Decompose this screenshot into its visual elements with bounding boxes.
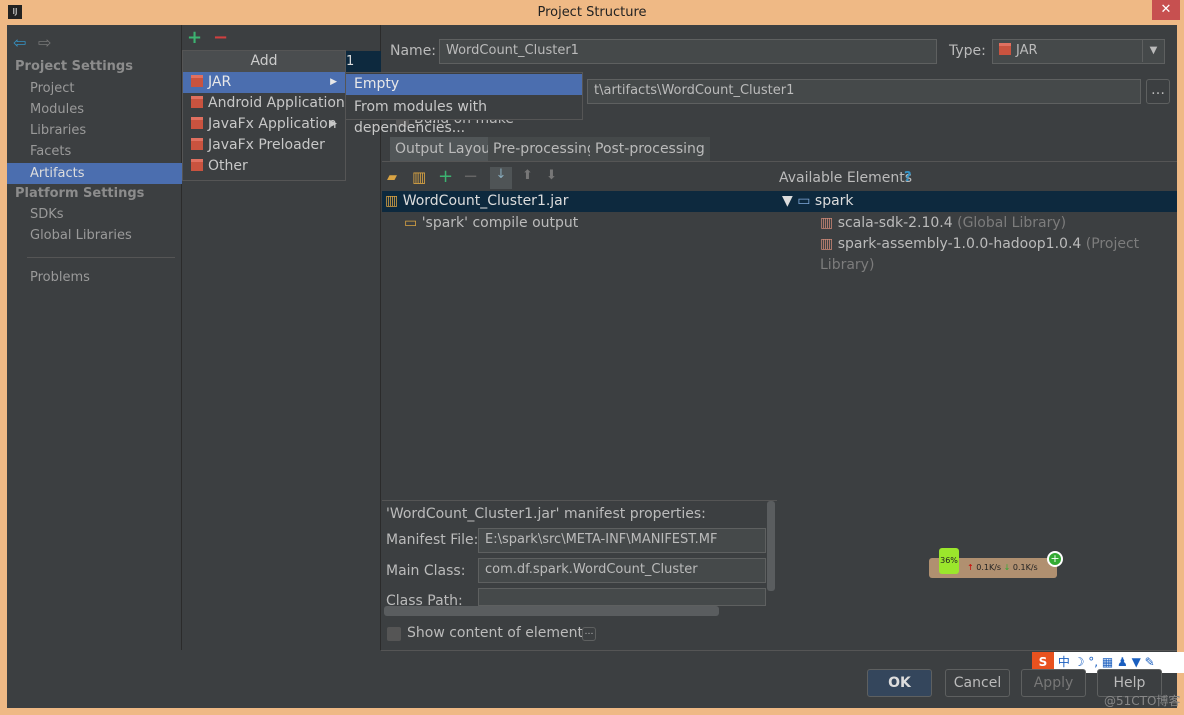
create-directory-icon[interactable]: ▰ (387, 170, 397, 185)
jar-archive-icon: ▥ (385, 193, 403, 209)
move-down-icon[interactable]: ⬇ (546, 168, 557, 183)
title-bar: Project Structure (0, 0, 1184, 25)
add-menu-title: Add (183, 51, 345, 72)
main-class-input[interactable]: com.df.spark.WordCount_Cluster (478, 558, 766, 583)
chevron-down-icon: ▼ (1142, 40, 1164, 62)
library-icon: ▥ (820, 215, 838, 231)
available-library[interactable]: ▥ scala-sdk-2.10.4 (Global Library) (820, 213, 1066, 234)
submenu-arrow-icon: ▶ (330, 119, 337, 129)
sidebar-item-artifacts[interactable]: Artifacts (7, 163, 182, 184)
available-library[interactable]: ▥ spark-assembly-1.0.0-hadoop1.0.4 (Proj… (820, 234, 1177, 273)
show-content-label: Show content of elements (407, 625, 591, 641)
manifest-title: 'WordCount_Cluster1.jar' manifest proper… (386, 506, 706, 522)
menu-item-from-modules[interactable]: From modules with dependencies... (346, 97, 582, 136)
add-menu: Add JAR ▶ Android Application JavaFx Appl… (182, 50, 346, 181)
output-directory-input[interactable]: t\artifacts\WordCount_Cluster1 (587, 79, 1141, 104)
tab-pre-processing[interactable]: Pre-processing (488, 137, 601, 161)
menu-item-javafx-application[interactable]: JavaFx Application ▶ (183, 114, 345, 135)
available-elements-title: Available Elements (779, 170, 913, 186)
menu-item-other[interactable]: Other (183, 156, 345, 177)
jar-icon (999, 43, 1011, 55)
platform-settings-heading: Platform Settings (15, 186, 145, 201)
divider (27, 257, 175, 258)
class-path-label: Class Path: (386, 593, 463, 607)
menu-item-jar[interactable]: JAR ▶ (183, 72, 345, 93)
name-input[interactable]: WordCount_Cluster1 (439, 39, 937, 64)
apply-button[interactable]: Apply (1021, 669, 1086, 697)
jar-submenu: Empty From modules with dependencies... (345, 72, 583, 136)
back-arrow-icon[interactable]: ⇦ (13, 33, 26, 52)
app-icon: IJ (8, 5, 22, 19)
manifest-file-label: Manifest File: (386, 532, 479, 548)
sidebar: ⇦ ⇨ Project Settings Project Modules Lib… (7, 25, 182, 650)
layout-root[interactable]: ▥ WordCount_Cluster1.jar (385, 191, 569, 212)
horizontal-scrollbar[interactable] (384, 606, 719, 616)
layout-child[interactable]: ▭ 'spark' compile output (404, 213, 578, 234)
sidebar-item-modules[interactable]: Modules (7, 99, 182, 120)
expand-triangle-icon: ▼ (782, 193, 798, 209)
gift-icon (191, 75, 203, 87)
close-button[interactable]: ✕ (1152, 0, 1180, 20)
add-copy-icon[interactable]: + (438, 166, 453, 187)
gift-icon (191, 117, 203, 129)
forward-arrow-icon[interactable]: ⇨ (38, 33, 51, 52)
manifest-file-input[interactable]: E:\spark\src\META-INF\MANIFEST.MF (478, 528, 766, 553)
help-icon[interactable]: ? (904, 170, 912, 185)
vertical-scrollbar[interactable] (767, 501, 775, 591)
show-content-checkbox[interactable] (387, 627, 401, 641)
folder-icon: ▭ (404, 215, 422, 231)
remove-element-icon[interactable]: − (463, 166, 478, 187)
tab-post-processing[interactable]: Post-processing (590, 137, 710, 161)
sidebar-item-project[interactable]: Project (7, 78, 182, 99)
gift-icon (191, 96, 203, 108)
menu-item-android-application[interactable]: Android Application (183, 93, 345, 114)
show-content-options-button[interactable]: … (582, 627, 596, 641)
lantern-icon: 36% (939, 548, 959, 574)
ok-button[interactable]: OK (867, 669, 932, 697)
type-select[interactable]: JAR ▼ (992, 39, 1165, 64)
cancel-button[interactable]: Cancel (945, 669, 1010, 697)
menu-item-javafx-preloader[interactable]: JavaFx Preloader (183, 135, 345, 156)
library-icon: ▥ (820, 236, 838, 252)
remove-icon[interactable]: − (213, 27, 228, 48)
sidebar-item-sdks[interactable]: SDKs (7, 204, 182, 225)
menu-item-empty[interactable]: Empty (346, 74, 582, 95)
sidebar-item-global-libraries[interactable]: Global Libraries (7, 225, 182, 246)
window-title: Project Structure (537, 5, 647, 20)
sidebar-item-libraries[interactable]: Libraries (7, 120, 182, 141)
project-settings-heading: Project Settings (15, 59, 133, 74)
watermark: @51CTO博客 (1104, 694, 1181, 708)
ime-language[interactable]: 中 (1058, 655, 1070, 669)
available-module[interactable]: ▼ ▭ spark (782, 191, 854, 212)
gift-icon (191, 159, 203, 171)
browse-button[interactable]: … (1146, 79, 1170, 104)
archive-icon[interactable]: ▥ (412, 168, 426, 186)
add-icon[interactable]: + (1047, 551, 1063, 567)
main-class-label: Main Class: (386, 563, 466, 579)
add-icon[interactable]: + (187, 27, 202, 48)
name-label: Name: (390, 43, 437, 59)
sort-icon[interactable]: ↓ (490, 167, 512, 189)
tab-output-layout[interactable]: Output Layout (390, 137, 501, 161)
class-path-input[interactable] (478, 588, 766, 606)
sidebar-item-facets[interactable]: Facets (7, 141, 182, 162)
network-speed-widget: ↑ 0.1K/s ↓ 0.1K/s 36% + (929, 540, 1063, 580)
folder-icon: ▭ (797, 193, 815, 209)
gift-icon (191, 138, 203, 150)
move-up-icon[interactable]: ⬆ (522, 168, 533, 183)
sidebar-item-problems[interactable]: Problems (7, 267, 182, 288)
type-label: Type: (949, 43, 986, 59)
submenu-arrow-icon: ▶ (330, 77, 337, 87)
